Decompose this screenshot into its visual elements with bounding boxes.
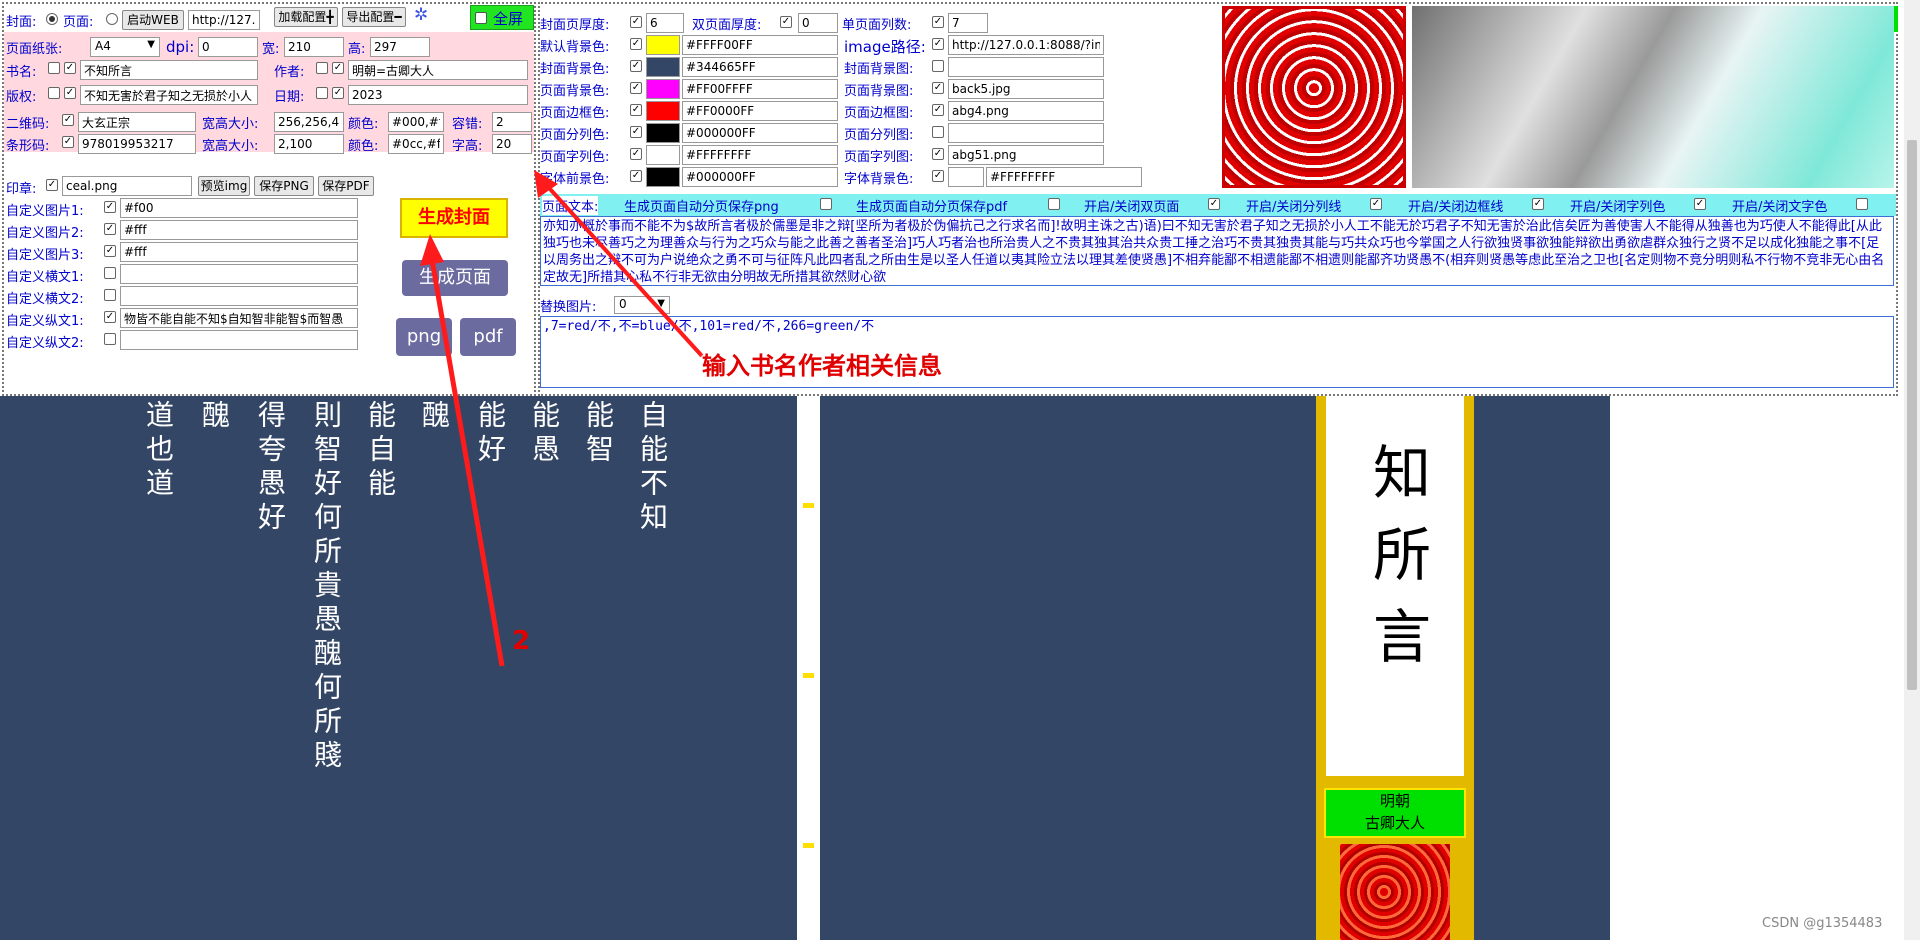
- arrow-head: [420, 234, 444, 266]
- annotation-text: 输入书名作者相关信息: [702, 351, 942, 380]
- annotation-arrow: [420, 170, 704, 667]
- arrow-line: [427, 247, 505, 667]
- annotation-number: 2: [512, 626, 531, 656]
- watermark: CSDN @g1354483: [1762, 916, 1883, 931]
- arrow-line: [538, 176, 704, 358]
